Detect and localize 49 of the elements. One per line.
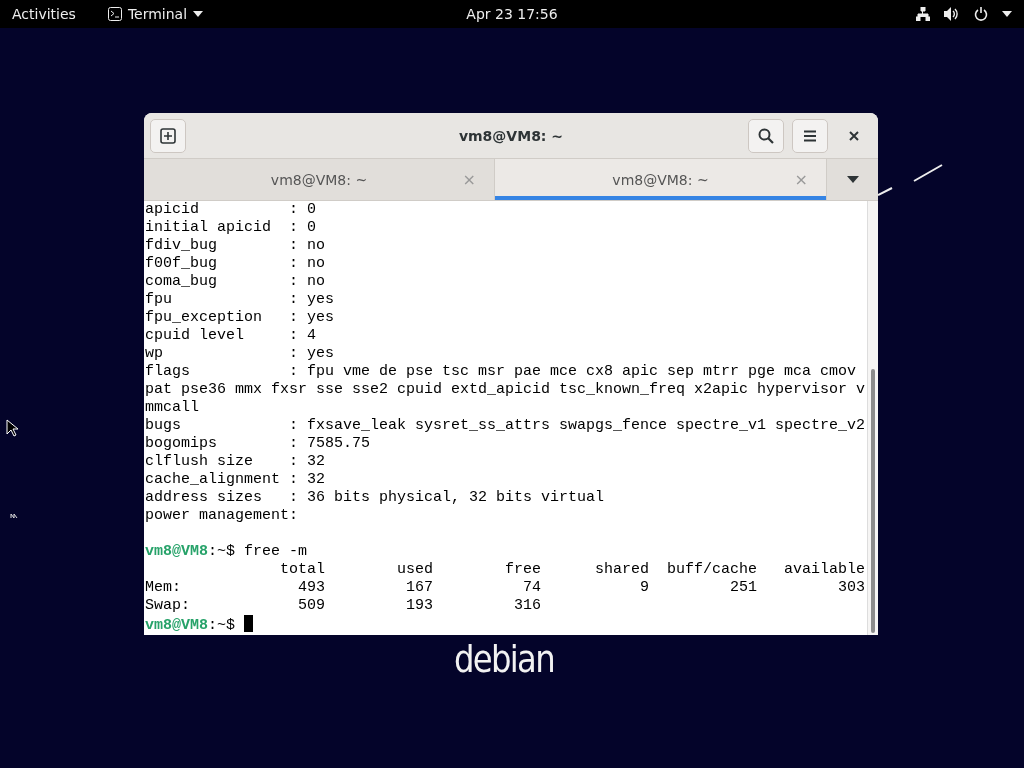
prompt-user: vm8@VM8 — [145, 617, 208, 634]
terminal-line: cache_alignment : 32 — [145, 471, 326, 488]
terminal-line: Swap: 509 193 316 — [145, 597, 542, 614]
search-button[interactable] — [748, 118, 784, 153]
terminal-line: f00f_bug : no — [145, 255, 326, 272]
app-menu[interactable]: Terminal — [107, 6, 204, 22]
menu-button[interactable] — [792, 118, 828, 153]
terminal-line: mmcall — [145, 399, 199, 416]
wallpaper-lines-drawing — [878, 162, 944, 198]
terminal-line: fpu_exception : yes — [145, 309, 335, 326]
terminal-line: bugs : fxsave_leak sysret_ss_attrs swapgs_fence spectre_v1 spectre_v2 — [145, 417, 866, 434]
terminal-command: :~$ — [208, 617, 237, 634]
terminal-line: Mem: 493 167 74 9 251 303 — [145, 579, 866, 596]
caret-icon — [846, 176, 859, 183]
terminal-line: coma_bug : no — [145, 273, 326, 290]
scrollbar[interactable] — [867, 201, 878, 635]
terminal-line: power management: — [145, 507, 299, 524]
caret-icon — [193, 11, 204, 17]
terminal-line: pat pse36 mmx fxsr sse sse2 cpuid extd_apicid tsc_known_freq x2apic hypervisor v — [145, 381, 866, 398]
close-icon — [849, 130, 859, 141]
mouse-pointer-icon — [6, 419, 18, 437]
terminal-line: bogomips : 7585.75 — [145, 435, 371, 452]
terminal-line: cpuid level : 4 — [145, 327, 317, 344]
terminal-line: flags : fpu vme de pse tsc msr pae mce cx8 apic sep mtrr pge mca cmov — [145, 363, 857, 380]
window-title: vm8@VM8: ~ — [458, 127, 564, 144]
volume-icon[interactable] — [944, 7, 960, 21]
clock[interactable]: Apr 23 17:56 — [466, 6, 558, 22]
search-icon — [758, 127, 774, 144]
menu-icon — [803, 129, 817, 142]
new-tab-button[interactable] — [150, 118, 186, 153]
wallpaper-logo: debian — [454, 637, 554, 681]
power-icon[interactable] — [974, 7, 988, 21]
terminal-tab[interactable]: vm8@VM8: ~ × — [495, 159, 827, 200]
terminal-icon — [107, 7, 122, 21]
terminal-line: fdiv_bug : no — [145, 237, 326, 254]
caret-icon[interactable] — [1002, 11, 1012, 17]
terminal-line: wp : yes — [145, 345, 335, 362]
terminal-line: apicid : 0 — [145, 201, 317, 218]
terminal-line: address sizes : 36 bits physical, 32 bits virtual — [145, 489, 605, 506]
terminal-line: initial apicid : 0 — [145, 219, 317, 236]
terminal-line: clflush size : 32 — [145, 453, 326, 470]
activities-button[interactable]: Activities — [12, 6, 76, 22]
squiggle-icon — [10, 513, 19, 519]
terminal-line: fpu : yes — [145, 291, 335, 308]
new-tab-icon — [160, 127, 176, 144]
terminal-command: :~$ free -m — [208, 543, 308, 560]
prompt-user: vm8@VM8 — [145, 543, 208, 560]
network-icon[interactable] — [916, 7, 930, 21]
terminal-line: total used free shared buff/cache available — [279, 561, 866, 578]
